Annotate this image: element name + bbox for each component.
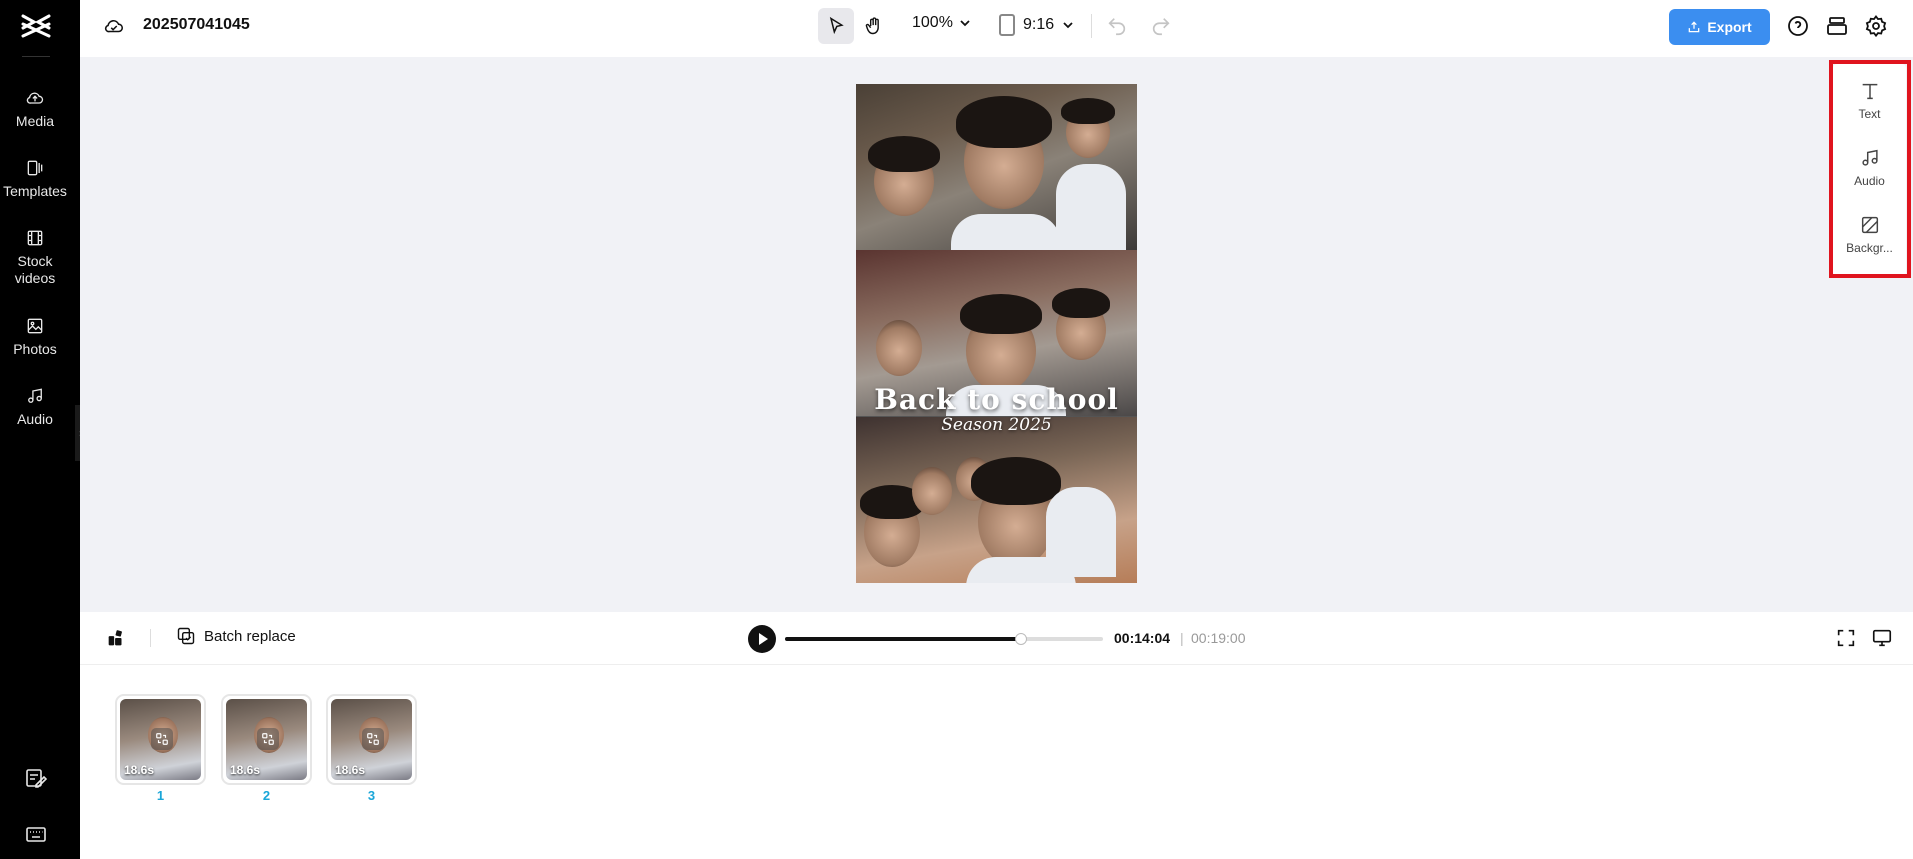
logo-tool-icon[interactable] <box>105 627 127 649</box>
clip-duration: 18.6s <box>335 763 366 777</box>
batch-replace-label: Batch replace <box>204 627 296 645</box>
fullscreen-icon[interactable] <box>1835 627 1857 649</box>
zoom-dropdown[interactable]: 100% <box>912 14 971 32</box>
clip-image: 18.6s <box>331 699 412 780</box>
top-bar: 202507041045 100% 9:16 Export <box>80 0 1913 57</box>
clip-duration: 18.6s <box>124 763 155 777</box>
preview-subtitle-text[interactable]: Season 2025 <box>856 415 1137 435</box>
preview-photo-3 <box>856 417 1137 583</box>
cloud-sync-icon[interactable] <box>103 15 125 37</box>
clip-duration: 18.6s <box>230 763 261 777</box>
capcut-logo[interactable] <box>20 12 52 40</box>
preview-title-text[interactable]: Back to school <box>856 383 1137 416</box>
cloud-upload-icon <box>26 92 44 104</box>
playback-progress-fill <box>785 637 1021 641</box>
play-button[interactable] <box>748 625 776 653</box>
clip-thumbnail-1[interactable]: 18.6s <box>115 694 206 785</box>
undo-icon[interactable] <box>1106 15 1128 37</box>
player-divider <box>150 629 151 647</box>
keyboard-icon[interactable] <box>24 822 48 846</box>
batch-replace-icon <box>177 627 195 645</box>
export-icon <box>1689 21 1700 33</box>
sidebar-item-stock-videos[interactable]: Stock videos <box>0 228 70 287</box>
logo-divider <box>22 56 50 57</box>
sidebar-item-label: Audio <box>17 411 53 427</box>
settings-gear-icon[interactable] <box>1864 14 1888 38</box>
clip-image: 18.6s <box>226 699 307 780</box>
aspect-ratio-icon <box>999 14 1015 36</box>
chevron-down-icon <box>960 20 970 27</box>
clip-number: 3 <box>367 788 376 803</box>
right-panel-highlight <box>1829 60 1911 278</box>
replace-icon[interactable] <box>151 728 173 750</box>
sidebar-item-photos[interactable]: Photos <box>0 316 70 358</box>
film-icon <box>27 230 43 246</box>
help-icon[interactable] <box>1786 14 1810 38</box>
redo-icon[interactable] <box>1150 15 1172 37</box>
clip-number: 1 <box>156 788 165 803</box>
sidebar-item-audio[interactable]: Audio <box>0 386 70 428</box>
hand-icon <box>865 17 879 35</box>
export-button[interactable]: Export <box>1669 9 1770 45</box>
toolbar-divider <box>1091 14 1092 38</box>
display-settings-icon[interactable] <box>1871 627 1893 649</box>
clip-image: 18.6s <box>120 699 201 780</box>
chevron-down-icon <box>1063 22 1073 29</box>
aspect-ratio-value: 9:16 <box>1023 16 1055 33</box>
layers-icon[interactable] <box>1825 14 1849 38</box>
left-sidebar: Media Templates Stock videos Photos Audi… <box>0 0 80 859</box>
replace-icon[interactable] <box>362 728 384 750</box>
playback-progress-knob[interactable] <box>1014 633 1027 645</box>
player-bar: Batch replace 00:14:04 | 00:19:00 <box>80 612 1913 665</box>
clip-number: 2 <box>262 788 271 803</box>
export-label: Export <box>1707 19 1752 35</box>
sidebar-item-media[interactable]: Media <box>0 88 70 130</box>
pointer-icon <box>829 16 844 35</box>
music-note-icon <box>28 388 42 403</box>
clip-thumbnail-3[interactable]: 18.6s <box>326 694 417 785</box>
playback-progress-track[interactable] <box>785 633 1103 645</box>
zoom-value: 100% <box>912 14 953 31</box>
sidebar-item-label: Media <box>15 113 55 129</box>
sidebar-item-label: Templates <box>3 183 67 199</box>
preview-photo-1 <box>856 84 1137 250</box>
batch-replace-button[interactable]: Batch replace <box>176 626 296 646</box>
aspect-ratio-dropdown[interactable]: 9:16 <box>999 14 1074 36</box>
video-preview[interactable]: Back to school Season 2025 <box>856 84 1137 583</box>
time-separator: | <box>1180 630 1184 646</box>
total-time: 00:19:00 <box>1191 630 1246 646</box>
current-time: 00:14:04 <box>1114 630 1171 646</box>
project-title[interactable]: 202507041045 <box>143 16 250 34</box>
hand-tool-button[interactable] <box>856 8 892 44</box>
clip-thumbnail-2[interactable]: 18.6s <box>221 694 312 785</box>
sidebar-item-label: Stock videos <box>14 253 56 286</box>
replace-icon[interactable] <box>257 728 279 750</box>
sidebar-item-label: Photos <box>13 341 57 357</box>
templates-icon <box>27 160 43 176</box>
image-icon <box>27 318 43 334</box>
edit-notes-icon[interactable] <box>24 766 48 790</box>
sidebar-item-templates[interactable]: Templates <box>0 158 70 200</box>
select-tool-button[interactable] <box>818 8 854 44</box>
